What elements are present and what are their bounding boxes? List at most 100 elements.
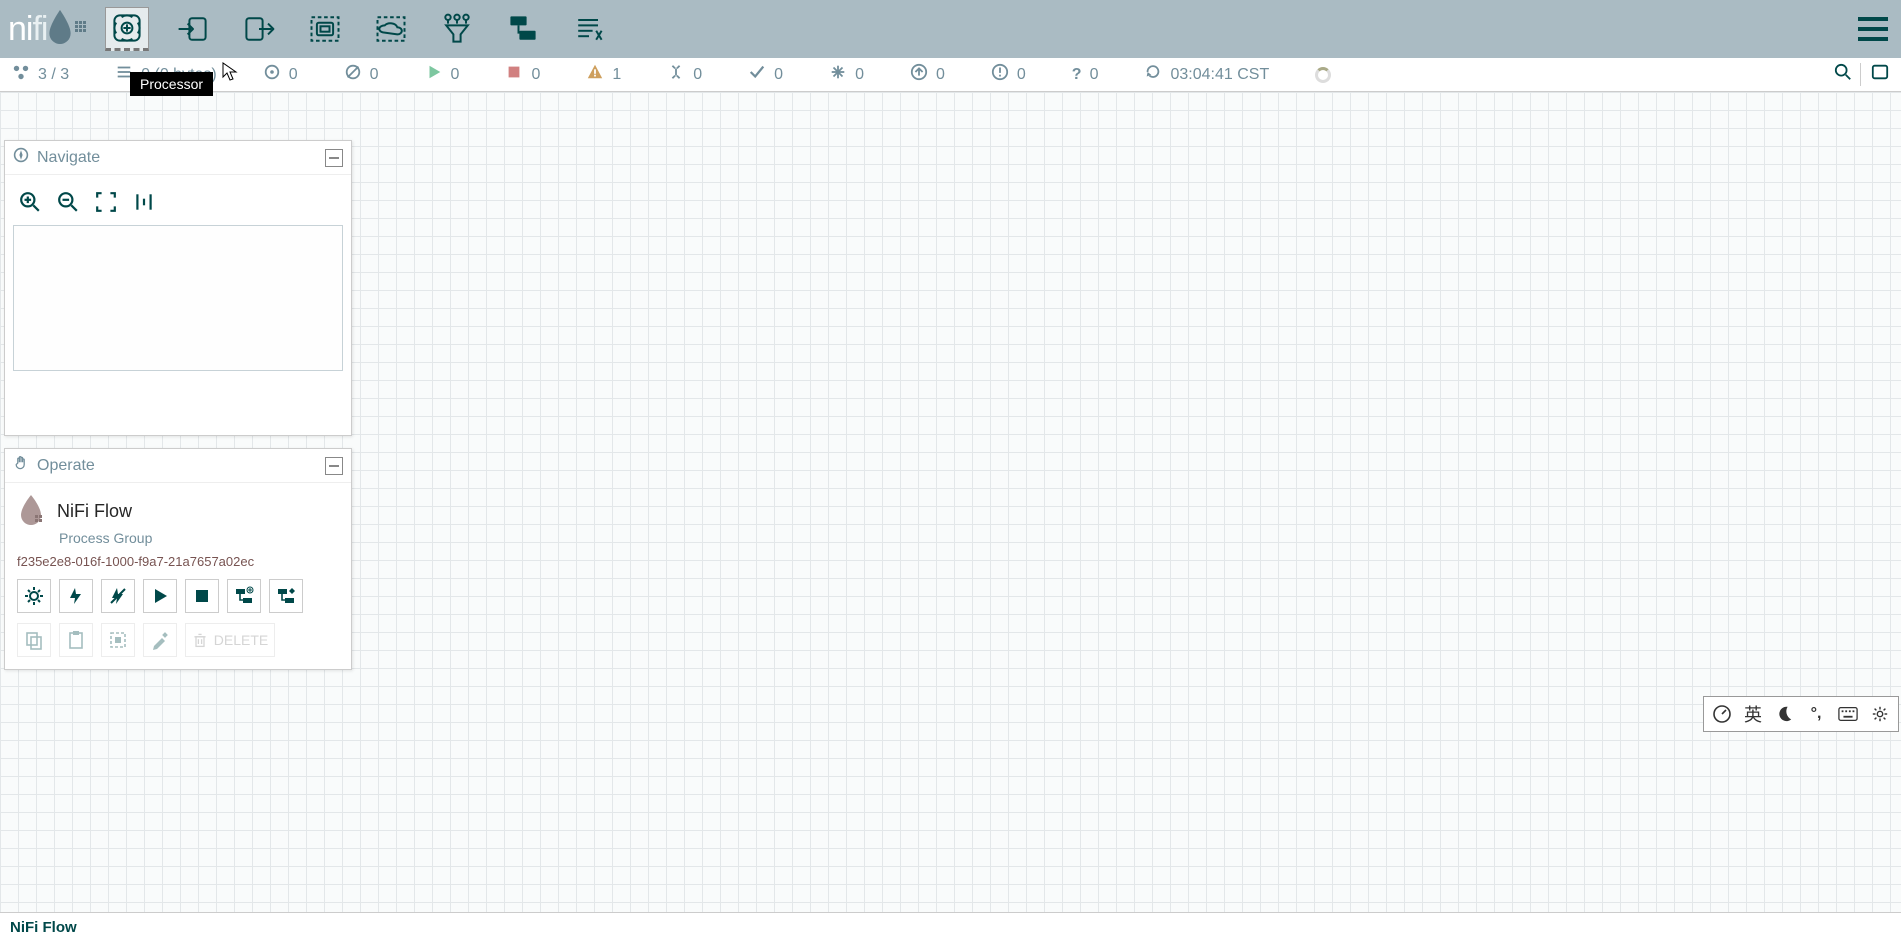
status-running-value: 0: [451, 66, 460, 84]
disabled-icon: [667, 63, 685, 86]
operate-panel-header: Operate: [5, 449, 351, 483]
ime-keyboard-icon[interactable]: [1838, 704, 1858, 724]
stop-square-icon: [505, 63, 523, 86]
compass-icon: [13, 147, 29, 168]
status-unknown: ? 0: [1072, 66, 1099, 84]
zoom-fit-button[interactable]: [93, 189, 119, 215]
configure-button[interactable]: [17, 579, 51, 613]
header-toolbar: nifi: [0, 0, 1901, 58]
status-stale-value: 0: [936, 66, 945, 84]
delete-label: DELETE: [214, 632, 268, 648]
asterisk-icon: [829, 63, 847, 86]
operate-flow-id: f235e2e8-016f-1000-f9a7-21a7657a02ec: [13, 546, 343, 577]
breadcrumb-bar: NiFi Flow: [0, 912, 1901, 942]
ime-settings-icon[interactable]: [1870, 704, 1890, 724]
status-nodes: 3 / 3: [12, 63, 69, 86]
navigate-panel: Navigate: [4, 140, 352, 436]
add-output-port-button[interactable]: [237, 7, 281, 51]
add-processor-button[interactable]: [105, 7, 149, 51]
operate-flow-name: NiFi Flow: [57, 501, 132, 522]
up-arrow-circle-icon: [910, 63, 928, 86]
component-toolbar: [105, 7, 611, 51]
status-sync-fail-value: 0: [1017, 66, 1026, 84]
zoom-in-button[interactable]: [17, 189, 43, 215]
breadcrumb-root[interactable]: NiFi Flow: [10, 919, 77, 936]
copy-button[interactable]: [17, 623, 51, 657]
status-nodes-value: 3 / 3: [38, 66, 69, 84]
loading-icon: [1315, 67, 1331, 83]
ime-gauge-icon[interactable]: [1712, 704, 1732, 724]
status-not-transmitting: 0: [344, 63, 379, 86]
processor-tooltip: Processor: [130, 72, 213, 96]
exclaim-circle-icon: [991, 63, 1009, 86]
drop-icon: [47, 10, 73, 49]
status-running: 0: [425, 63, 460, 86]
cluster-icon: [12, 63, 30, 86]
ime-lang[interactable]: 英: [1744, 701, 1762, 727]
add-process-group-button[interactable]: [303, 7, 347, 51]
ime-moon-icon[interactable]: [1774, 704, 1794, 724]
status-invalid: 1: [586, 63, 621, 86]
global-menu-button[interactable]: [1853, 9, 1893, 49]
add-template-button[interactable]: [501, 7, 545, 51]
start-button[interactable]: [143, 579, 177, 613]
not-transmitting-icon: [344, 63, 362, 86]
status-not-transmitting-value: 0: [370, 66, 379, 84]
search-button[interactable]: [1834, 63, 1852, 86]
status-invalid-value: 1: [612, 66, 621, 84]
transmitting-icon: [263, 63, 281, 86]
status-uptodate-value: 0: [774, 66, 783, 84]
navigate-collapse-button[interactable]: [325, 149, 343, 167]
bulletin-button[interactable]: [1860, 63, 1889, 86]
question-icon: ?: [1072, 66, 1082, 84]
operate-collapse-button[interactable]: [325, 457, 343, 475]
status-bar: 3 / 3 0 (0 bytes) 0 0 0 0 1 0 0 0 0: [0, 58, 1901, 92]
status-locally-modified: 0: [829, 63, 864, 86]
operate-panel: Operate NiFi Flow Process Group f235e2e8…: [4, 448, 352, 670]
refresh-icon[interactable]: [1144, 63, 1162, 86]
app-logo: nifi: [8, 10, 87, 49]
paste-button[interactable]: [59, 623, 93, 657]
hand-icon: [13, 455, 29, 476]
create-template-button[interactable]: [227, 579, 261, 613]
status-stopped-value: 0: [531, 66, 540, 84]
operate-title: Operate: [37, 457, 95, 475]
birdseye-view[interactable]: [13, 225, 343, 371]
add-remote-process-group-button[interactable]: [369, 7, 413, 51]
ime-punct-icon[interactable]: °,: [1806, 704, 1826, 724]
color-button[interactable]: [143, 623, 177, 657]
status-time: 03:04:41 CST: [1144, 63, 1269, 86]
status-disabled-value: 0: [693, 66, 702, 84]
ime-toolbar[interactable]: 英 °,: [1703, 696, 1899, 732]
upload-template-button[interactable]: [269, 579, 303, 613]
status-disabled: 0: [667, 63, 702, 86]
status-time-value: 03:04:41 CST: [1170, 66, 1269, 84]
disable-button[interactable]: [101, 579, 135, 613]
enable-button[interactable]: [59, 579, 93, 613]
status-transmitting: 0: [263, 63, 298, 86]
delete-button[interactable]: DELETE: [185, 623, 275, 657]
grid-tiny-icon: [75, 20, 87, 38]
add-label-button[interactable]: [567, 7, 611, 51]
warning-icon: [586, 63, 604, 86]
play-icon: [425, 63, 443, 86]
status-sync-fail: 0: [991, 63, 1026, 86]
status-loading: [1315, 67, 1331, 83]
stop-button[interactable]: [185, 579, 219, 613]
status-transmitting-value: 0: [289, 66, 298, 84]
add-funnel-button[interactable]: [435, 7, 479, 51]
operate-flow-type: Process Group: [13, 530, 343, 546]
add-input-port-button[interactable]: [171, 7, 215, 51]
navigate-title: Navigate: [37, 149, 100, 167]
app-logo-text: nifi: [8, 10, 47, 49]
status-stopped: 0: [505, 63, 540, 86]
navigate-panel-header: Navigate: [5, 141, 351, 175]
status-unknown-value: 0: [1090, 66, 1099, 84]
status-stale: 0: [910, 63, 945, 86]
zoom-actual-button[interactable]: [131, 189, 157, 215]
status-locally-modified-value: 0: [855, 66, 864, 84]
zoom-out-button[interactable]: [55, 189, 81, 215]
navigate-tools: [13, 185, 343, 225]
group-button[interactable]: [101, 623, 135, 657]
check-icon: [748, 63, 766, 86]
